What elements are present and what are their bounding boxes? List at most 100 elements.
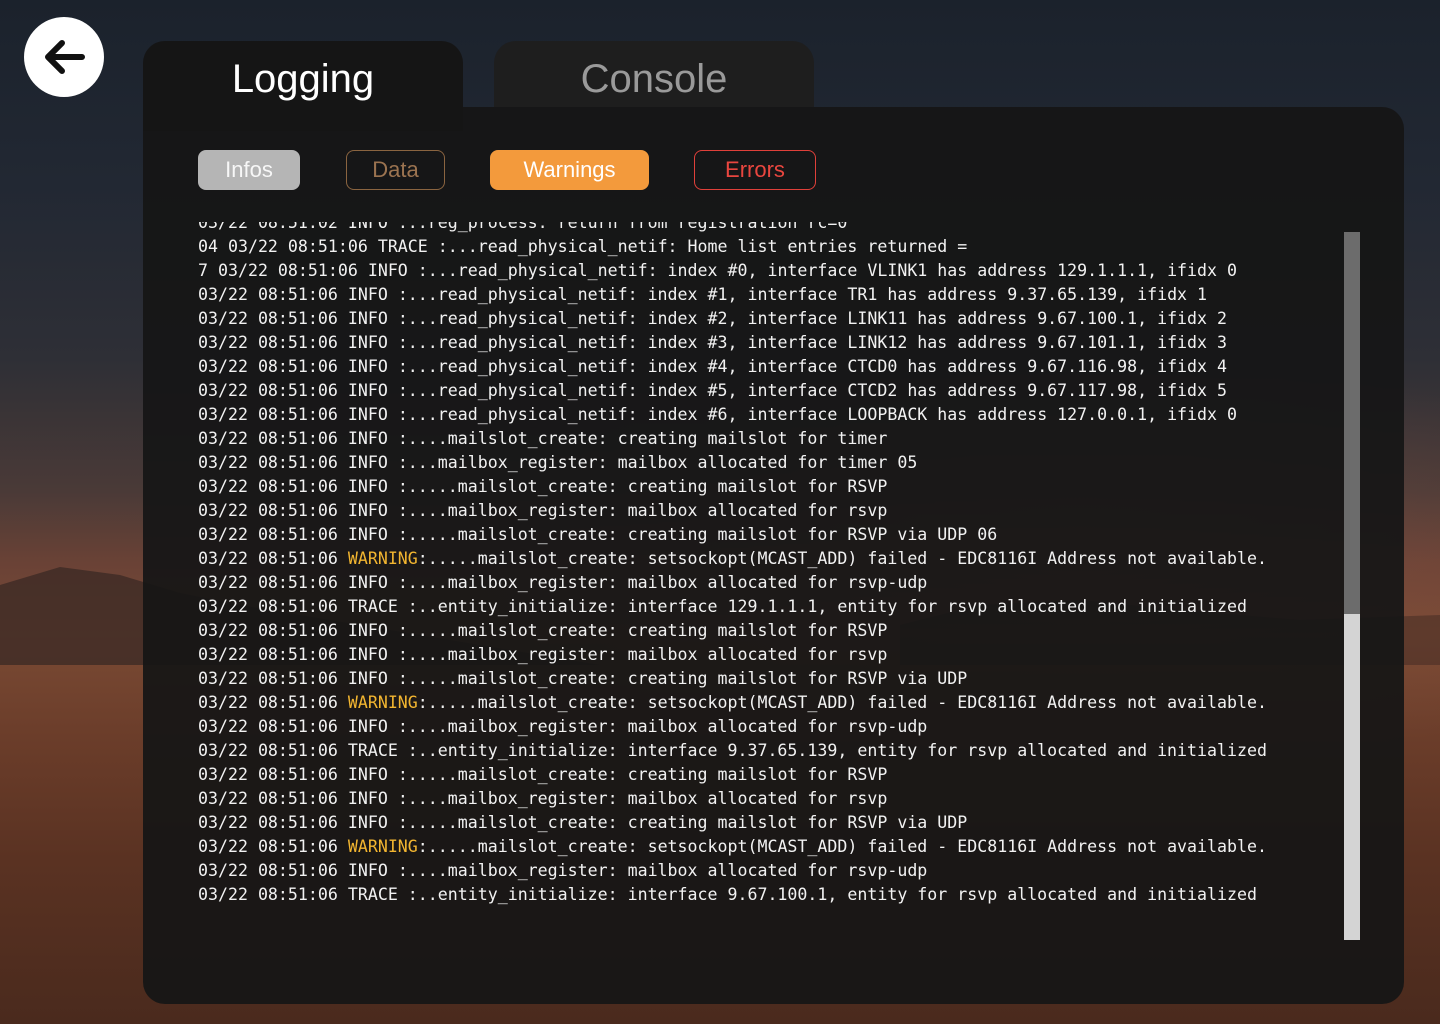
log-line-prefix: 04 03/22 08:51:06 TRACE (198, 237, 438, 256)
log-line-prefix: 03/22 08:51:06 INFO (198, 525, 398, 544)
log-line-prefix: 03/22 08:51:06 INFO (198, 621, 398, 640)
log-line-prefix: 03/22 08:51:06 TRACE (198, 885, 408, 904)
log-line-text: :.....mailslot_create: creating mailslot… (397, 669, 968, 688)
log-line-prefix: 03/22 08:51:06 INFO (198, 381, 398, 400)
log-line-prefix: 03/22 08:51:06 (198, 549, 348, 568)
log-level-warning: WARNING (347, 837, 418, 856)
log-line-text: :....mailbox_register: mailbox allocated… (397, 573, 928, 592)
log-line-text: :..entity_initialize: interface 9.37.65.… (407, 741, 1267, 760)
log-line-text: :....mailbox_register: mailbox allocated… (397, 645, 888, 664)
log-scrollbar[interactable] (1344, 232, 1360, 940)
filter-data-button[interactable]: Data (346, 150, 445, 190)
filter-infos-label: Infos (225, 157, 273, 182)
filter-warnings-button[interactable]: Warnings (490, 150, 649, 190)
log-level-warning: WARNING (347, 693, 418, 712)
filter-errors-button[interactable]: Errors (694, 150, 816, 190)
log-line-text: :....mailslot_create: creating mailslot … (397, 429, 888, 448)
log-line-prefix: 03/22 08:51:06 INFO (198, 789, 398, 808)
log-line-prefix: 03/22 08:51:06 (198, 693, 348, 712)
log-line-prefix: 03/22 08:51:06 INFO (198, 453, 398, 472)
log-line-prefix: 03/22 08:51:06 INFO (198, 285, 398, 304)
log-line: 03/22 08:51:06 INFO :...read_physical_ne… (198, 283, 1267, 307)
log-line: 03/22 08:51:06 WARNING:.....mailslot_cre… (198, 691, 1267, 715)
log-line: 03/22 08:51:06 INFO :...read_physical_ne… (198, 331, 1267, 355)
log-line-text: :....mailbox_register: mailbox allocated… (397, 501, 888, 520)
log-line-prefix: 03/22 08:51:06 INFO (198, 333, 398, 352)
log-line-text: :..entity_initialize: interface 9.67.100… (407, 885, 1257, 904)
log-line-text: :....mailbox_register: mailbox allocated… (397, 861, 928, 880)
log-line-text: :...read_physical_netif: index #3, inter… (397, 333, 1228, 352)
log-line-text: :.....mailslot_create: setsockopt(MCAST_… (417, 693, 1267, 712)
log-line: 03/22 08:51:06 INFO :...mailbox_register… (198, 451, 1267, 475)
log-line: 03/22 08:51:06 TRACE :..entity_initializ… (198, 595, 1267, 619)
log-line: 03/22 08:51:06 TRACE :..entity_initializ… (198, 883, 1267, 907)
log-line-prefix: 03/22 08:51:06 INFO (198, 477, 398, 496)
log-line-prefix: 03/22 08:51:06 INFO (198, 405, 398, 424)
log-line-text: :...read_physical_netif: index #1, inter… (397, 285, 1208, 304)
log-line: 03/22 08:51:06 INFO :.....mailslot_creat… (198, 667, 1267, 691)
log-line-text: :.....mailslot_create: creating mailslot… (397, 525, 998, 544)
log-line-prefix: 03/22 08:51:06 INFO (198, 669, 398, 688)
log-line-text: :....mailbox_register: mailbox allocated… (397, 789, 888, 808)
log-line-prefix: 03/22 08:51:06 INFO (198, 765, 398, 784)
log-line-prefix: 03/22 08:51:06 INFO (198, 501, 398, 520)
log-line-text: :...read_physical_netif: index #2, inter… (397, 309, 1228, 328)
log-line: 03/22 08:51:06 INFO :....mailbox_registe… (198, 715, 1267, 739)
tab-logging[interactable]: Logging (143, 41, 463, 131)
log-line: 04 03/22 08:51:06 TRACE :...read_physica… (198, 235, 1267, 259)
log-line: 03/22 08:51:06 INFO :...read_physical_ne… (198, 355, 1267, 379)
log-line-prefix: 03/22 08:51:06 TRACE (198, 741, 408, 760)
log-line-prefix: 03/22 08:51:06 INFO (198, 429, 398, 448)
tab-logging-label: Logging (231, 57, 375, 101)
filter-warnings-label: Warnings (523, 157, 616, 182)
log-line: 03/22 08:51:06 TRACE :..entity_initializ… (198, 739, 1267, 763)
log-line: 03/22 08:51:06 WARNING:.....mailslot_cre… (198, 835, 1267, 859)
tab-console-label: Console (580, 57, 728, 101)
log-line-text: :..entity_initialize: interface 129.1.1.… (407, 597, 1247, 616)
log-line-text: :.....mailslot_create: setsockopt(MCAST_… (417, 549, 1267, 568)
log-line: 7 03/22 08:51:06 INFO :...read_physical_… (198, 259, 1267, 283)
log-line-prefix: 03/22 08:51:06 INFO (198, 717, 398, 736)
log-line-text: :...read_physical_netif: index #0, inter… (417, 261, 1237, 280)
log-line: 03/22 08:51:06 INFO :.....mailslot_creat… (198, 475, 1267, 499)
filter-data-label: Data (372, 157, 419, 182)
log-line-text: :...mailbox_register: mailbox allocated … (397, 453, 918, 472)
log-line-prefix: 03/22 08:51:06 INFO (198, 813, 398, 832)
log-line-text: :...read_physical_netif: index #5, inter… (397, 381, 1228, 400)
log-line: 03/22 08:51:06 INFO :....mailbox_registe… (198, 571, 1267, 595)
log-line: 03/22 08:51:06 INFO :.....mailslot_creat… (198, 811, 1267, 835)
log-line-text: :...read_physical_netif: index #6, inter… (397, 405, 1237, 424)
log-line: 03/22 08:51:06 INFO :.....mailslot_creat… (198, 619, 1267, 643)
log-line-text: :.....mailslot_create: setsockopt(MCAST_… (417, 837, 1267, 856)
log-line-text: :.....mailslot_create: creating mailslot… (397, 813, 968, 832)
log-output: 03/22 08:51:02 INFO :..reg_process: retu… (198, 222, 1338, 920)
log-lines: 03/22 08:51:02 INFO :..reg_process: retu… (198, 222, 1267, 907)
log-line-prefix: 03/22 08:51:06 INFO (198, 645, 398, 664)
filter-infos-button[interactable]: Infos (198, 150, 300, 190)
log-line: 03/22 08:51:06 WARNING:.....mailslot_cre… (198, 547, 1267, 571)
log-line-prefix: 7 03/22 08:51:06 INFO (198, 261, 418, 280)
log-line-prefix: 03/22 08:51:06 INFO (198, 357, 398, 376)
log-line-prefix: 03/22 08:51:06 (198, 837, 348, 856)
back-button[interactable] (24, 17, 104, 97)
filter-errors-label: Errors (725, 157, 785, 182)
log-level-warning: WARNING (347, 549, 418, 568)
log-line: 03/22 08:51:06 INFO :.....mailslot_creat… (198, 523, 1267, 547)
log-line: 03/22 08:51:06 INFO :...read_physical_ne… (198, 403, 1267, 427)
tab-console[interactable]: Console (494, 41, 814, 107)
log-line-text: :....mailbox_register: mailbox allocated… (397, 717, 928, 736)
log-line: 03/22 08:51:02 INFO :..reg_process: retu… (198, 222, 1267, 235)
log-line-prefix: 03/22 08:51:06 TRACE (198, 597, 408, 616)
log-line-text: :..reg_process: return from registration… (397, 222, 848, 232)
log-line: 03/22 08:51:06 INFO :...read_physical_ne… (198, 307, 1267, 331)
log-line: 03/22 08:51:06 INFO :....mailbox_registe… (198, 499, 1267, 523)
log-scrollbar-thumb[interactable] (1344, 614, 1360, 940)
log-line: 03/22 08:51:06 INFO :....mailslot_create… (198, 427, 1267, 451)
log-line-text: :.....mailslot_create: creating mailslot… (397, 477, 888, 496)
log-line-text: :.....mailslot_create: creating mailslot… (397, 765, 888, 784)
arrow-left-icon (45, 40, 85, 74)
log-line-prefix: 03/22 08:51:02 INFO (198, 222, 398, 232)
log-line-text: :...read_physical_netif: index #4, inter… (397, 357, 1228, 376)
log-line: 03/22 08:51:06 INFO :....mailbox_registe… (198, 859, 1267, 883)
log-line: 03/22 08:51:06 INFO :...read_physical_ne… (198, 379, 1267, 403)
